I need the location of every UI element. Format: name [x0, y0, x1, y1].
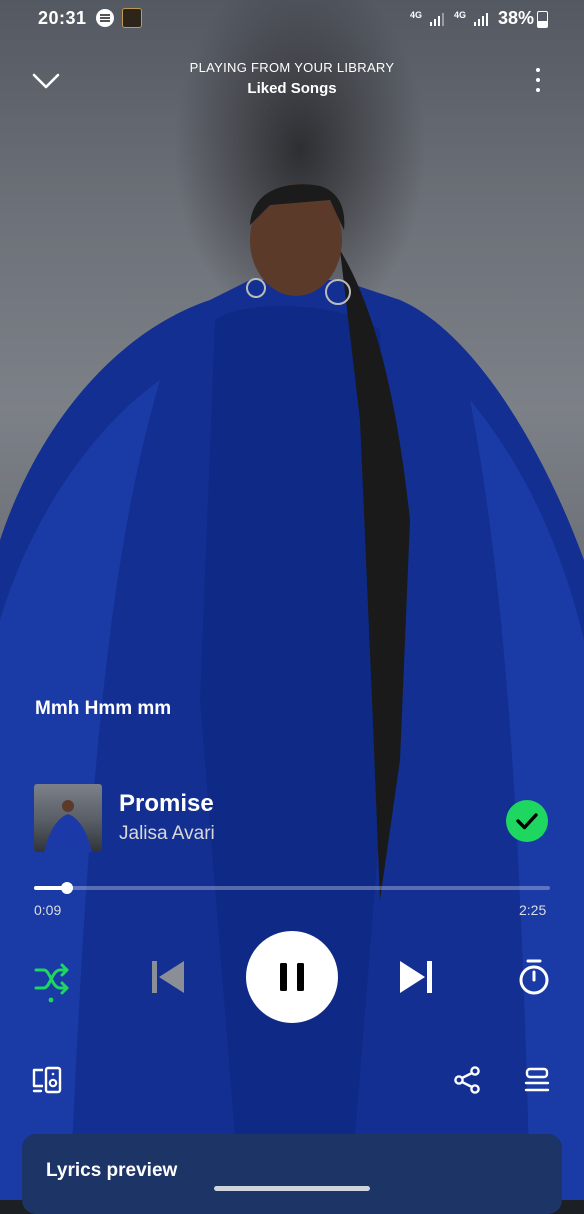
elapsed-time: 0:09 [34, 902, 62, 918]
more-options-button[interactable] [528, 64, 548, 96]
track-duration: 2:25 [519, 902, 547, 918]
play-pause-button[interactable] [246, 931, 338, 1023]
now-playing-header: PLAYING FROM YOUR LIBRARY Liked Songs [0, 50, 584, 110]
battery-level: 38% [498, 8, 535, 28]
previous-icon [152, 961, 184, 993]
shuffle-button[interactable] [32, 958, 72, 1004]
album-cover [34, 784, 102, 852]
app-notification-icon [122, 8, 142, 28]
lyrics-preview-title: Lyrics preview [46, 1160, 178, 1181]
queue-icon [524, 1067, 550, 1092]
liked-toggle-button[interactable] [506, 800, 548, 842]
status-bar: 20:31 4G 4G 38% [0, 0, 584, 36]
check-icon [516, 813, 538, 830]
progress-track [34, 886, 550, 890]
home-indicator[interactable] [214, 1186, 370, 1191]
battery-icon [537, 11, 548, 28]
sleep-timer-button[interactable] [514, 956, 554, 998]
spotify-notification-icon [96, 9, 114, 27]
lyrics-preview-card[interactable]: Lyrics preview [22, 1134, 562, 1214]
signal-icon [474, 13, 490, 26]
track-title[interactable]: Promise [119, 790, 214, 818]
share-button[interactable] [452, 1064, 482, 1096]
previous-button[interactable] [148, 956, 188, 998]
playing-from-label: PLAYING FROM YOUR LIBRARY [189, 60, 395, 75]
progress-slider[interactable] [34, 880, 550, 896]
devices-icon [32, 1066, 62, 1094]
pause-icon [280, 963, 304, 991]
collapse-button[interactable] [30, 65, 62, 97]
connect-devices-button[interactable] [30, 1064, 64, 1096]
share-icon [454, 1066, 480, 1094]
track-artist[interactable]: Jalisa Avari [119, 823, 215, 845]
sleep-timer-icon [519, 959, 549, 995]
next-icon [400, 961, 432, 993]
context-name[interactable]: Liked Songs [92, 80, 492, 97]
signal-icon [430, 13, 446, 26]
chevron-down-icon [32, 73, 60, 89]
progress-handle[interactable] [61, 882, 73, 894]
current-lyric-line: Mmh Hmm mm [35, 698, 172, 719]
next-button[interactable] [396, 956, 436, 998]
queue-button[interactable] [522, 1064, 552, 1096]
shuffle-icon [34, 963, 69, 1003]
network-label-2: 4G [454, 10, 467, 20]
network-label-1: 4G [410, 10, 423, 20]
status-time: 20:31 [38, 8, 87, 28]
